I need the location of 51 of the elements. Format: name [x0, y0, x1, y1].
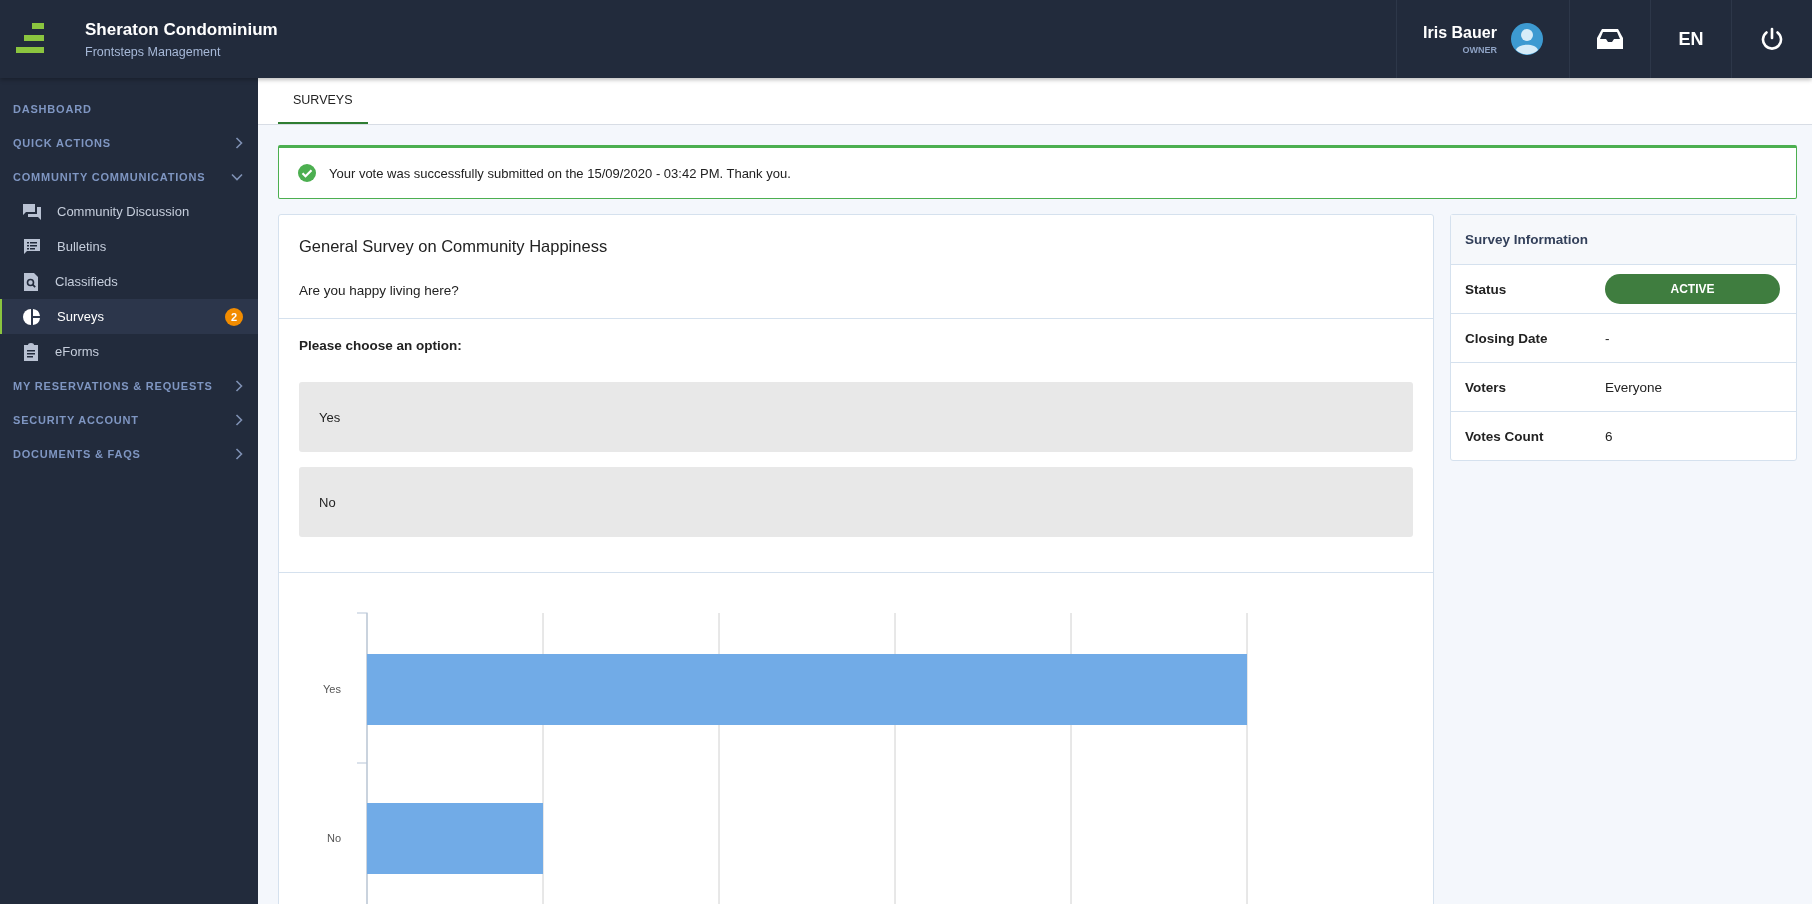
section-label: MY RESERVATIONS & REQUESTS [13, 380, 213, 392]
menu-section[interactable]: MY RESERVATIONS & REQUESTS [0, 369, 258, 403]
count-badge: 2 [225, 307, 243, 326]
survey-title: General Survey on Community Happiness [299, 237, 609, 256]
sidebar-item[interactable]: Surveys 2 [0, 299, 258, 334]
info-label: Closing Date [1465, 330, 1549, 346]
section-label: SECURITY ACCOUNT [13, 414, 139, 426]
info-label: Voters [1465, 379, 1507, 395]
status-badge: ACTIVE [1605, 274, 1780, 304]
chat-icon [23, 202, 41, 221]
clipboard-icon [23, 342, 39, 361]
sidebar-item[interactable]: Classifieds [0, 264, 258, 299]
section-label: DOCUMENTS & FAQS [13, 448, 141, 460]
sidebar-item[interactable]: eForms [0, 334, 258, 369]
user-name: Iris Bauer [1423, 23, 1497, 42]
section-label: COMMUNITY COMMUNICATIONS [13, 171, 206, 183]
logo-icon [15, 23, 45, 55]
menu-section[interactable]: DASHBOARD [0, 92, 258, 126]
company-name: Frontsteps Management [85, 44, 222, 59]
user-role: OWNER [1461, 44, 1497, 55]
check-circle-icon [298, 164, 316, 182]
info-value: - [1605, 330, 1610, 346]
inbox-icon[interactable] [1597, 28, 1623, 50]
survey-question: Are you happy living here? [299, 283, 460, 298]
sidebar-item[interactable]: Community Discussion [0, 194, 258, 229]
info-value: Everyone [1605, 379, 1663, 395]
power-icon[interactable] [1760, 27, 1784, 51]
section-label: QUICK ACTIONS [13, 137, 111, 149]
option-button[interactable]: No [299, 467, 1413, 537]
category-label: Yes [323, 683, 341, 695]
alert-message: Your vote was successfully submitted on the 15/09/2020 - 03:42 PM. Thank you. [329, 165, 791, 181]
document-search-icon [23, 272, 39, 291]
info-label: Votes Count [1465, 428, 1545, 444]
sidebar-item[interactable]: Bulletins [0, 229, 258, 264]
category-label: No [326, 832, 341, 844]
avatar-icon[interactable] [1510, 23, 1543, 55]
pie-chart-icon [23, 307, 41, 326]
option-button[interactable]: Yes [299, 382, 1413, 452]
menu-section[interactable]: SECURITY ACCOUNT [0, 403, 258, 437]
tab[interactable]: SURVEYS [278, 78, 368, 124]
message-list-icon [23, 237, 41, 256]
community-name: Sheraton Condominium [85, 19, 278, 40]
options-prompt: Please choose an option: [299, 338, 463, 353]
menu-section[interactable]: COMMUNITY COMMUNICATIONS [0, 160, 258, 194]
info-label: Status [1465, 281, 1508, 297]
menu-section[interactable]: DOCUMENTS & FAQS [0, 437, 258, 471]
survey-info-header: Survey Information [1451, 215, 1796, 265]
menu-section[interactable]: QUICK ACTIONS [0, 126, 258, 160]
language-button[interactable]: EN [1678, 28, 1704, 50]
section-label: DASHBOARD [13, 103, 92, 115]
info-value: 6 [1605, 428, 1613, 444]
